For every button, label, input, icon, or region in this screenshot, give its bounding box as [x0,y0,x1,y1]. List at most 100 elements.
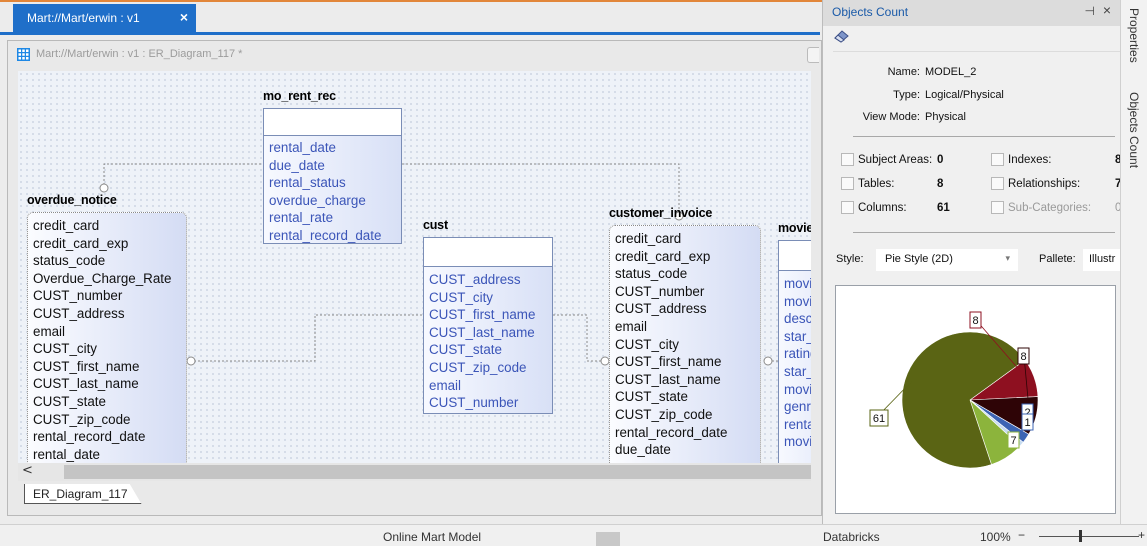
attribute: rental [784,416,811,432]
attribute: star_2 [784,363,811,379]
sheet-tab-er-diagram[interactable]: ER_Diagram_117 [24,484,142,504]
sub-categories-count: Sub-Categories: 0 [991,201,1121,214]
scrollbar-thumb[interactable] [64,465,811,479]
entity-title: movie [778,221,811,235]
attribute: CUST_state [429,342,502,358]
separator [853,232,1115,233]
relationships-checkbox[interactable] [991,177,1004,190]
entity-key-area [779,241,811,271]
attribute: overdue_charge [269,192,366,208]
scroll-left-arrow-icon[interactable]: < [22,463,33,478]
attribute: CUST_city [429,289,493,305]
attribute: CUST_number [429,395,519,411]
indexes-count[interactable]: Indexes: 8 [991,153,1121,166]
style-dropdown[interactable]: Pie Style (2D) ▾ [876,249,1018,271]
entity-attributes: rental_date due_date rental_status overd… [264,136,401,243]
resize-grip [596,532,620,546]
attribute: CUST_zip_code [429,359,527,375]
app-root: Mart://Mart/erwin : v1 × Mart://Mart/erw… [0,0,1147,546]
attribute: CUST_first_name [429,307,536,323]
objects-count-title: Objects Count [832,5,909,19]
separator [853,136,1115,137]
indexes-label: Indexes: [1008,153,1052,166]
entity-key-area [424,238,552,267]
attribute: due_date [269,157,325,173]
attribute: credit_card_exp [33,235,129,251]
attribute: status_code [615,266,688,282]
subject-areas-count[interactable]: Subject Areas: 0 [841,153,943,166]
zoom-out-button[interactable]: − [1018,528,1025,542]
relationships-count[interactable]: Relationships: 7 [991,177,1121,190]
attribute: CUST_address [33,305,125,321]
view-mode-row: View Mode: Physical [833,111,966,123]
tables-checkbox[interactable] [841,177,854,190]
relationships-label: Relationships: [1008,177,1081,190]
attribute: CUST_first_name [33,358,140,374]
document-tab[interactable]: Mart://Mart/erwin : v1 × [13,4,196,32]
attribute: rental_record_date [615,424,728,440]
attribute: rental_date [33,446,101,462]
side-tab-strip: Properties Objects Count [1120,0,1147,524]
attribute: rating [784,346,811,362]
type-value: Logical/Physical [925,89,1004,101]
attribute: CUST_address [615,301,707,317]
attribute: descr [784,311,811,327]
entity-attributes: credit_card credit_card_exp status_code … [28,213,186,463]
zoom-in-button[interactable]: + [1138,528,1145,542]
pallete-label: Pallete: [1039,253,1076,265]
pie-data-label: 7 [1010,435,1016,447]
sub-categories-checkbox [991,201,1004,214]
name-value: MODEL_2 [925,66,977,78]
attribute: CUST_number [615,283,705,299]
side-tab-objects-count[interactable]: Objects Count [1127,92,1141,168]
entity-box: credit_card credit_card_exp status_code … [609,225,761,463]
entity-box: credit_card credit_card_exp status_code … [27,212,187,463]
attribute: CUST_zip_code [33,411,131,427]
eraser-icon[interactable] [833,29,850,43]
subject-areas-checkbox[interactable] [841,153,854,166]
close-icon[interactable]: × [1103,2,1111,18]
relationship-end-circle [763,356,773,366]
diagram-grid-icon [17,48,30,61]
attribute: genre [784,399,811,415]
attribute: email [429,377,461,393]
attribute: credit_card [33,218,100,233]
close-tab-icon[interactable]: × [180,9,188,25]
relationship-end-circle [600,356,610,366]
chevron-down-icon: ▾ [1005,253,1010,263]
entity-box: movie movie descr star_1 rating star_2 m… [778,240,811,463]
tables-value: 8 [937,177,944,190]
attribute: Overdue_Charge_Rate [33,270,172,286]
side-tab-properties[interactable]: Properties [1127,8,1141,63]
pallete-dropdown-value: Illustr [1089,253,1116,265]
attribute: email [33,323,65,339]
columns-checkbox[interactable] [841,201,854,214]
pin-icon[interactable]: ⊣ [1085,4,1095,18]
indexes-checkbox[interactable] [991,153,1004,166]
tables-count[interactable]: Tables: 8 [841,177,943,190]
window-options-button[interactable] [807,47,819,63]
pie-data-label: 61 [873,413,885,425]
relationship-line-overdue-cust [186,314,423,362]
attribute: rental_record_date [269,227,382,243]
columns-count[interactable]: Columns: 61 [841,201,950,214]
attribute: CUST_last_name [615,371,721,387]
model-type-row: Type: Logical/Physical [833,89,1004,101]
attribute: CUST_state [33,393,106,409]
entity-box: rental_date due_date rental_status overd… [263,108,402,244]
attribute: CUST_last_name [33,376,139,392]
attribute: credit_card [615,231,682,246]
relationship-end-circle [99,183,109,193]
zoom-slider-track[interactable] [1039,536,1139,537]
zoom-slider-thumb[interactable] [1079,530,1082,542]
attribute: CUST_number [33,288,123,304]
subject-areas-value: 0 [937,153,944,166]
diagram-canvas[interactable]: mo_rent_rec rental_date due_date rental_… [18,71,811,463]
pallete-dropdown[interactable]: Illustr [1083,249,1121,271]
attribute: due_date [615,442,671,458]
pie-chart-area: 61 8 8 2 1 7 [835,285,1116,514]
attribute: movie [784,293,811,309]
attribute: CUST_first_name [615,354,722,370]
attribute: star_1 [784,328,811,344]
horizontal-scrollbar[interactable]: < [18,463,811,481]
